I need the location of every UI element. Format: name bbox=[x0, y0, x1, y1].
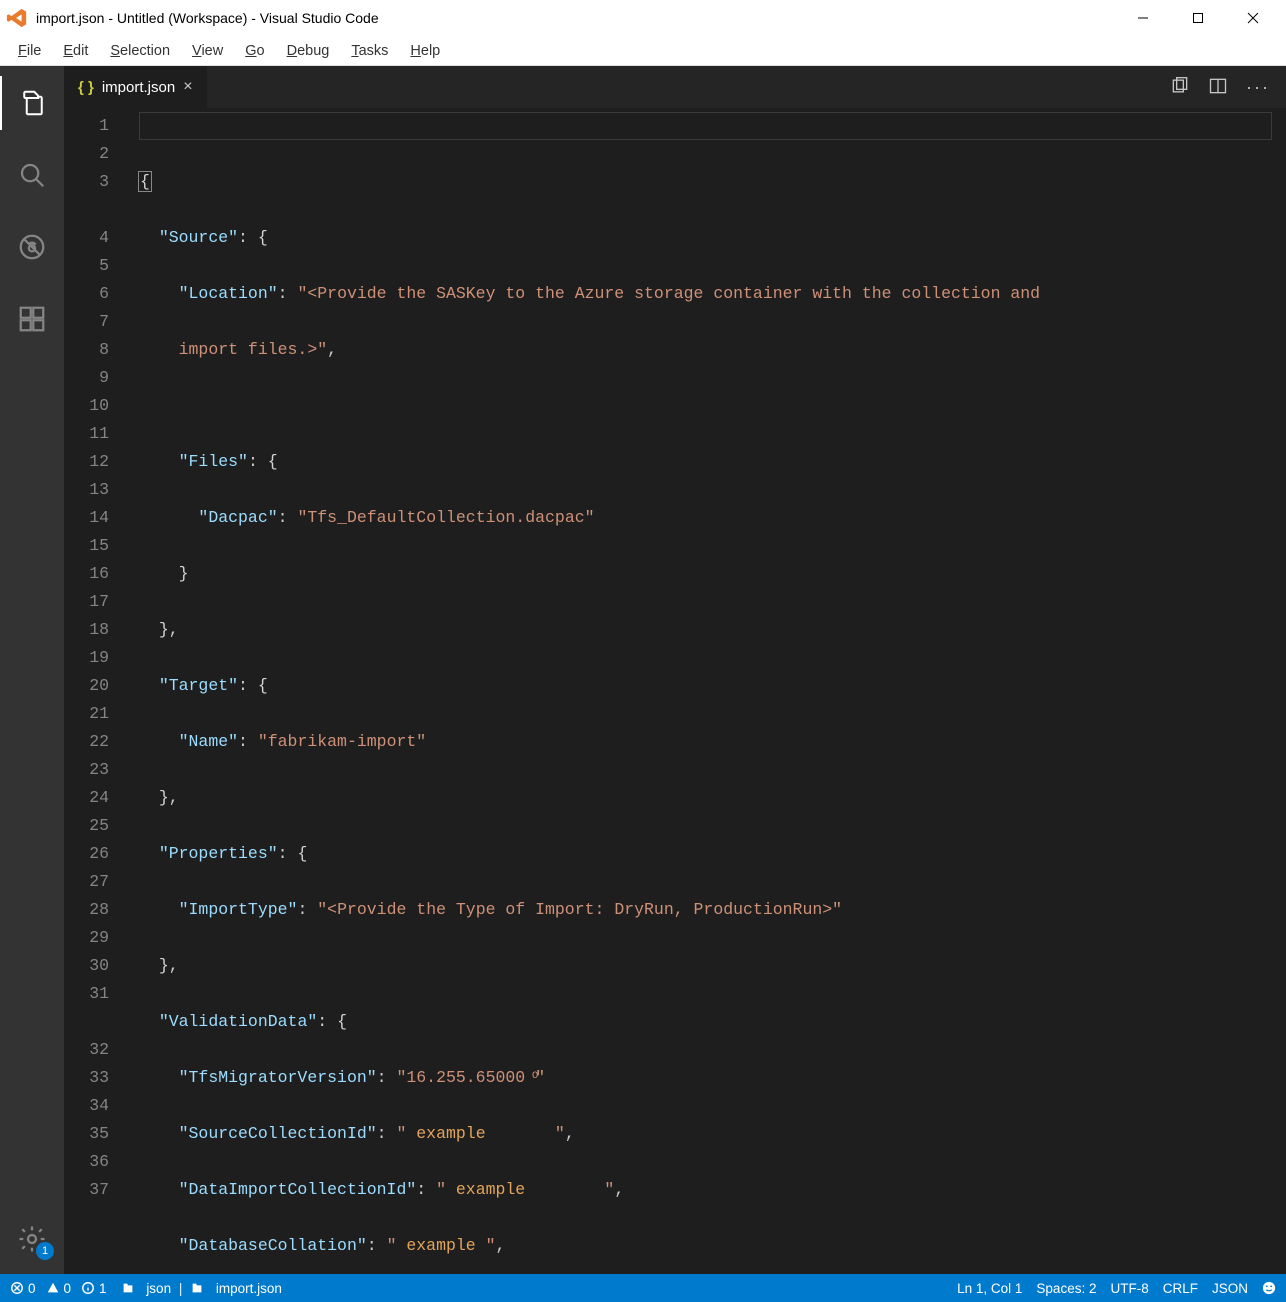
statusbar: 0 0 1 json | import.json Ln 1, Col 1 Spa… bbox=[0, 1274, 1286, 1302]
json-file-icon: { } bbox=[78, 79, 94, 96]
maximize-button[interactable] bbox=[1170, 0, 1225, 36]
vscode-logo-icon bbox=[6, 7, 28, 29]
minimize-button[interactable] bbox=[1115, 0, 1170, 36]
titlebar: import.json - Untitled (Workspace) - Vis… bbox=[0, 0, 1286, 36]
menu-selection[interactable]: Selection bbox=[100, 39, 180, 63]
code-content[interactable]: { "Source": { "Location": "<Provide the … bbox=[139, 108, 1286, 1274]
status-encoding[interactable]: UTF-8 bbox=[1110, 1281, 1148, 1296]
tab-import-json[interactable]: { } import.json × bbox=[64, 66, 207, 108]
status-ln-col[interactable]: Ln 1, Col 1 bbox=[957, 1281, 1022, 1296]
menu-help[interactable]: Help bbox=[400, 39, 450, 63]
editor-area: { } import.json × ··· 123 45678910111213… bbox=[64, 66, 1286, 1274]
tab-label: import.json bbox=[102, 79, 175, 96]
settings-gear-icon[interactable]: 1 bbox=[0, 1212, 64, 1266]
status-problems[interactable]: 0 0 1 bbox=[10, 1281, 107, 1296]
debug-icon[interactable] bbox=[0, 220, 64, 274]
menu-file[interactable]: File bbox=[8, 39, 51, 63]
current-line-highlight bbox=[139, 112, 1272, 140]
main-area: 1 { } import.json × ··· bbox=[0, 66, 1286, 1274]
menubar: File Edit Selection View Go Debug Tasks … bbox=[0, 36, 1286, 66]
menu-debug[interactable]: Debug bbox=[277, 39, 340, 63]
tabs-row: { } import.json × ··· bbox=[64, 66, 1286, 108]
window-title: import.json - Untitled (Workspace) - Vis… bbox=[36, 10, 379, 26]
menu-view[interactable]: View bbox=[182, 39, 233, 63]
tab-close-icon[interactable]: × bbox=[183, 78, 192, 96]
status-path[interactable]: json | import.json bbox=[121, 1281, 282, 1296]
compare-changes-icon[interactable] bbox=[1170, 76, 1190, 99]
menu-tasks[interactable]: Tasks bbox=[341, 39, 398, 63]
explorer-icon[interactable] bbox=[0, 76, 64, 130]
gutter: 123 456789101112131415161718192021222324… bbox=[64, 108, 139, 1274]
status-spaces[interactable]: Spaces: 2 bbox=[1036, 1281, 1096, 1296]
activity-bar: 1 bbox=[0, 66, 64, 1274]
feedback-smiley-icon[interactable] bbox=[1262, 1281, 1276, 1295]
extensions-icon[interactable] bbox=[0, 292, 64, 346]
settings-badge: 1 bbox=[36, 1242, 54, 1260]
menu-edit[interactable]: Edit bbox=[53, 39, 98, 63]
status-language[interactable]: JSON bbox=[1212, 1281, 1248, 1296]
split-editor-icon[interactable] bbox=[1208, 76, 1228, 99]
status-eol[interactable]: CRLF bbox=[1163, 1281, 1198, 1296]
code-editor[interactable]: 123 456789101112131415161718192021222324… bbox=[64, 108, 1286, 1274]
search-icon[interactable] bbox=[0, 148, 64, 202]
more-actions-icon[interactable]: ··· bbox=[1246, 77, 1270, 98]
menu-go[interactable]: Go bbox=[235, 39, 274, 63]
close-button[interactable] bbox=[1225, 0, 1280, 36]
